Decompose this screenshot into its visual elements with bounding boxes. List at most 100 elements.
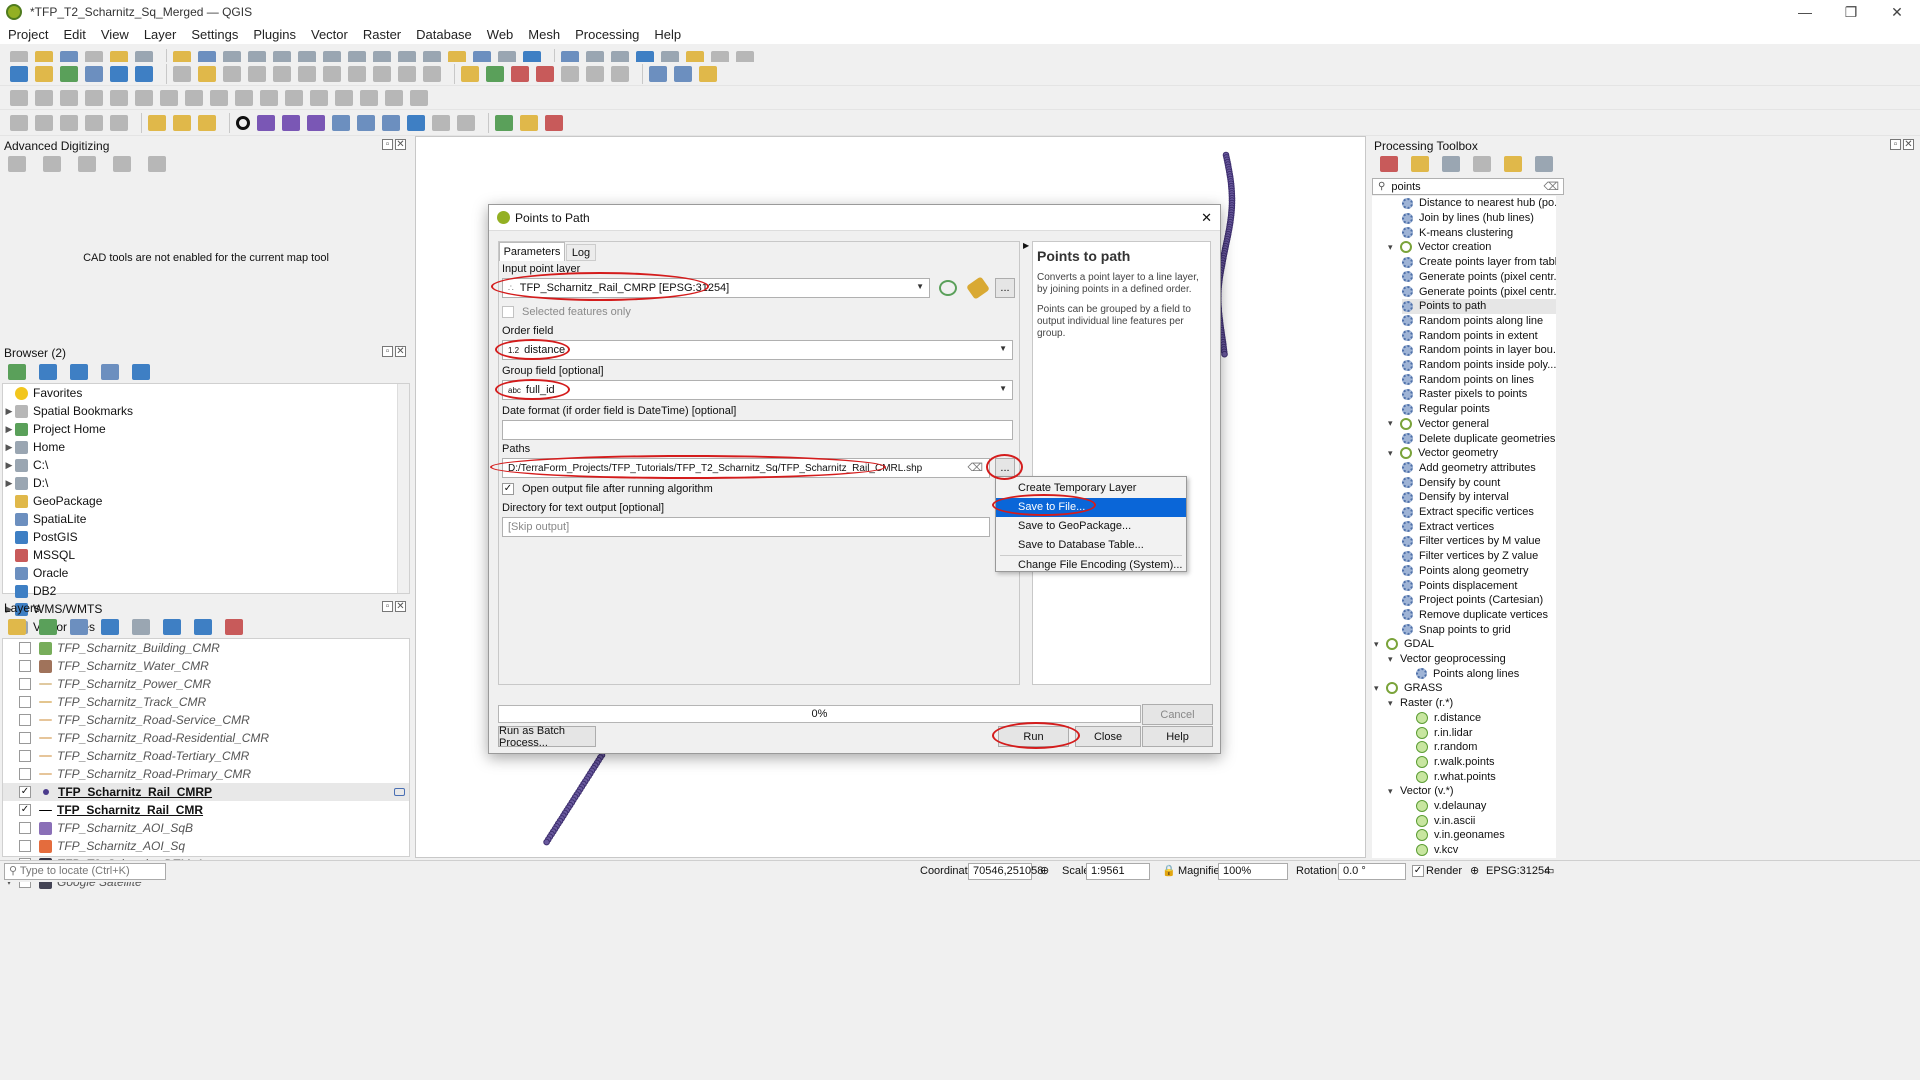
- digitize-arc-icon[interactable]: [282, 114, 300, 131]
- layer-symbol-icon[interactable]: [39, 755, 52, 757]
- layer-row[interactable]: TFP_Scharnitz_Road-Primary_CMR: [3, 765, 409, 783]
- grid-icon[interactable]: [545, 114, 563, 131]
- models-icon[interactable]: [1380, 156, 1398, 172]
- cad-settings-icon[interactable]: [113, 156, 131, 172]
- algorithm-item[interactable]: K-means clustering: [1402, 225, 1564, 240]
- paste-features-icon[interactable]: [373, 65, 391, 82]
- menu-item-save-to-database-table[interactable]: Save to Database Table...: [996, 536, 1186, 555]
- select-by-value-icon[interactable]: [173, 114, 191, 131]
- info-icon[interactable]: [132, 364, 150, 380]
- algorithm-item[interactable]: Add geometry attributes: [1402, 461, 1564, 476]
- algorithm-item[interactable]: Create points layer from table: [1402, 255, 1564, 270]
- chevron-down-icon[interactable]: ▾: [1388, 448, 1400, 459]
- algorithm-item[interactable]: Raster pixels to points: [1402, 387, 1564, 402]
- split-features-icon[interactable]: [285, 89, 303, 106]
- rotate-symbols-icon[interactable]: [385, 89, 403, 106]
- chevron-down-icon[interactable]: ▾: [1374, 639, 1386, 650]
- algorithm-item[interactable]: Extract vertices: [1402, 519, 1564, 534]
- algorithm-item[interactable]: r.in.lidar: [1416, 725, 1564, 740]
- algorithm-item[interactable]: Generate points (pixel centr...: [1402, 270, 1564, 285]
- diagram-icon[interactable]: [486, 65, 504, 82]
- self-snapping-icon[interactable]: [407, 114, 425, 131]
- options-icon[interactable]: [1535, 156, 1553, 172]
- delete-ring-icon[interactable]: [185, 89, 203, 106]
- cad-floater-icon[interactable]: [148, 156, 166, 172]
- batch-process-button[interactable]: Run as Batch Process...: [498, 725, 596, 749]
- order-field-select[interactable]: 1.2 distance ▼: [502, 340, 1013, 360]
- layer-row[interactable]: TFP_Scharnitz_Road-Residential_CMR: [3, 729, 409, 747]
- algorithm-item[interactable]: Join by lines (hub lines): [1402, 211, 1564, 226]
- menu-layer[interactable]: Layer: [144, 27, 177, 42]
- layer-styling-icon[interactable]: [8, 619, 26, 635]
- group-field-select[interactable]: abc full_id ▼: [502, 380, 1013, 400]
- tab-log[interactable]: Log: [566, 244, 596, 261]
- layer-visibility-checkbox[interactable]: [19, 642, 31, 654]
- shape-circle-icon[interactable]: [236, 115, 250, 130]
- new-shapefile-icon[interactable]: [60, 65, 78, 82]
- menu-view[interactable]: View: [101, 27, 129, 42]
- snapping-icon[interactable]: [332, 114, 350, 131]
- layer-row[interactable]: ✓ TFP_Scharnitz_Rail_CMRP: [3, 783, 409, 801]
- chevron-down-icon[interactable]: ▾: [1374, 683, 1386, 694]
- paths-browse-button[interactable]: ...: [995, 458, 1015, 478]
- layer-row[interactable]: TFP_Scharnitz_Building_CMR: [3, 639, 409, 657]
- crs-label[interactable]: EPSG:31254: [1486, 865, 1550, 877]
- add-ring-icon[interactable]: [110, 89, 128, 106]
- chevron-down-icon[interactable]: ▾: [1388, 654, 1400, 665]
- chevron-down-icon[interactable]: ▾: [1388, 698, 1400, 709]
- layer-visibility-checkbox[interactable]: [19, 822, 31, 834]
- provider-group[interactable]: ▾ GDAL: [1374, 637, 1564, 652]
- browser-scrollbar[interactable]: [397, 384, 409, 593]
- action-icon[interactable]: [60, 114, 78, 131]
- algorithm-item[interactable]: Random points inside poly...: [1402, 358, 1564, 373]
- cad-enable-icon[interactable]: [8, 156, 26, 172]
- new-virtual-layer-icon[interactable]: [135, 65, 153, 82]
- lock-scale-icon[interactable]: 🔒: [1162, 864, 1176, 877]
- layer-visibility-checkbox[interactable]: [19, 750, 31, 762]
- provider-group[interactable]: ▾ Vector geoprocessing: [1388, 652, 1564, 667]
- tracing-icon[interactable]: [357, 114, 375, 131]
- layer-row[interactable]: TFP_Scharnitz_Road-Service_CMR: [3, 711, 409, 729]
- browser-item[interactable]: GeoPackage: [3, 492, 409, 510]
- menu-settings[interactable]: Settings: [191, 27, 238, 42]
- input-layer-select[interactable]: ∴ TFP_Scharnitz_Rail_CMRP [EPSG:31254] ▼: [502, 278, 930, 298]
- split-parts-icon[interactable]: [310, 89, 328, 106]
- algorithm-item[interactable]: Random points on lines: [1402, 372, 1564, 387]
- toggle-extents-icon[interactable]: ⊕: [1040, 864, 1049, 877]
- move-label-icon[interactable]: [561, 65, 579, 82]
- history-icon[interactable]: [1442, 156, 1460, 172]
- algorithm-item[interactable]: Extract specific vertices: [1402, 505, 1564, 520]
- algorithm-item[interactable]: v.in.ascii: [1416, 813, 1564, 828]
- vertex-tool-icon[interactable]: [273, 65, 291, 82]
- close-icon[interactable]: ✕: [395, 139, 406, 150]
- attribute-toolbar-icon[interactable]: [10, 114, 28, 131]
- select-features-icon[interactable]: [85, 114, 103, 131]
- algorithm-item[interactable]: Points displacement: [1402, 578, 1564, 593]
- close-window-icon[interactable]: ✕: [1874, 4, 1920, 21]
- provider-group[interactable]: ▾ Vector creation: [1388, 240, 1564, 255]
- layer-visibility-checkbox[interactable]: [19, 660, 31, 672]
- delete-selected-icon[interactable]: [298, 65, 316, 82]
- python-console-icon[interactable]: [699, 65, 717, 82]
- layer-row[interactable]: TFP_Scharnitz_Road-Tertiary_CMR: [3, 747, 409, 765]
- browser-item[interactable]: MSSQL: [3, 546, 409, 564]
- remove-layer-icon[interactable]: [225, 619, 243, 635]
- menu-item-save-to-file[interactable]: Save to File...: [996, 498, 1186, 517]
- restore-icon[interactable]: ❐: [1828, 4, 1874, 21]
- layer-visibility-checkbox[interactable]: [19, 696, 31, 708]
- intersection-icon[interactable]: [457, 114, 475, 131]
- browser-item[interactable]: Oracle: [3, 564, 409, 582]
- georeferencer-icon[interactable]: [495, 114, 513, 131]
- provider-group[interactable]: ▾ Vector general: [1388, 417, 1564, 432]
- merge-attributes-icon[interactable]: [360, 89, 378, 106]
- layer-visibility-checkbox[interactable]: [19, 840, 31, 852]
- layer-symbol-icon[interactable]: [39, 809, 52, 811]
- algorithm-item[interactable]: Random points in layer bou...: [1402, 343, 1564, 358]
- layer-visibility-checkbox[interactable]: ✓: [19, 804, 31, 816]
- show-labels-icon[interactable]: [536, 65, 554, 82]
- pin-labels-icon[interactable]: [511, 65, 529, 82]
- layer-symbol-icon[interactable]: [39, 641, 52, 655]
- browser-item[interactable]: ▶ Project Home: [3, 420, 409, 438]
- layer-symbol-icon[interactable]: [39, 737, 52, 739]
- provider-group[interactable]: ▾ GRASS: [1374, 681, 1564, 696]
